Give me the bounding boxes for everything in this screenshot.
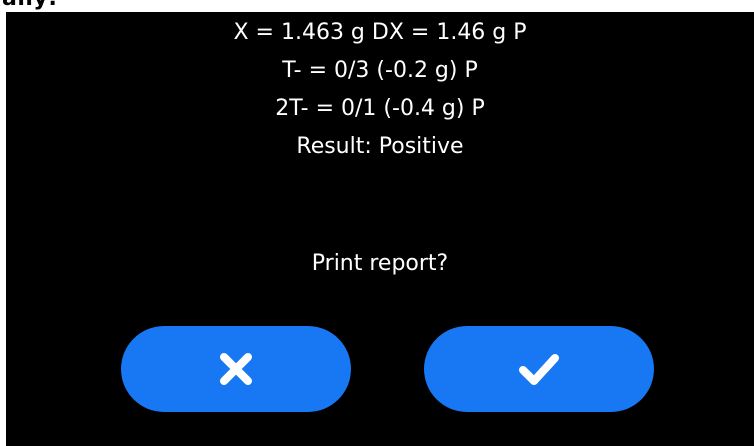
top-strip: ally: — [0, 0, 754, 12]
print-report-prompt: Print report? — [311, 251, 449, 276]
confirm-button[interactable] — [424, 326, 654, 412]
result-line-x: X = 1.463 g DX = 1.46 g P — [233, 20, 527, 45]
result-line-t: T- = 0/3 (-0.2 g) P — [282, 58, 478, 83]
checkmark-icon — [519, 354, 559, 385]
clipped-heading: ally: — [2, 0, 58, 11]
result-status: Result: Positive — [296, 134, 464, 159]
result-line-2t: 2T- = 0/1 (-0.4 g) P — [275, 96, 485, 121]
dialog-screen: X = 1.463 g DX = 1.46 g P T- = 0/3 (-0.2… — [6, 12, 754, 446]
result-lines: X = 1.463 g DX = 1.46 g P T- = 0/3 (-0.2… — [6, 14, 754, 166]
x-icon — [220, 353, 252, 385]
cancel-button[interactable] — [121, 326, 351, 412]
